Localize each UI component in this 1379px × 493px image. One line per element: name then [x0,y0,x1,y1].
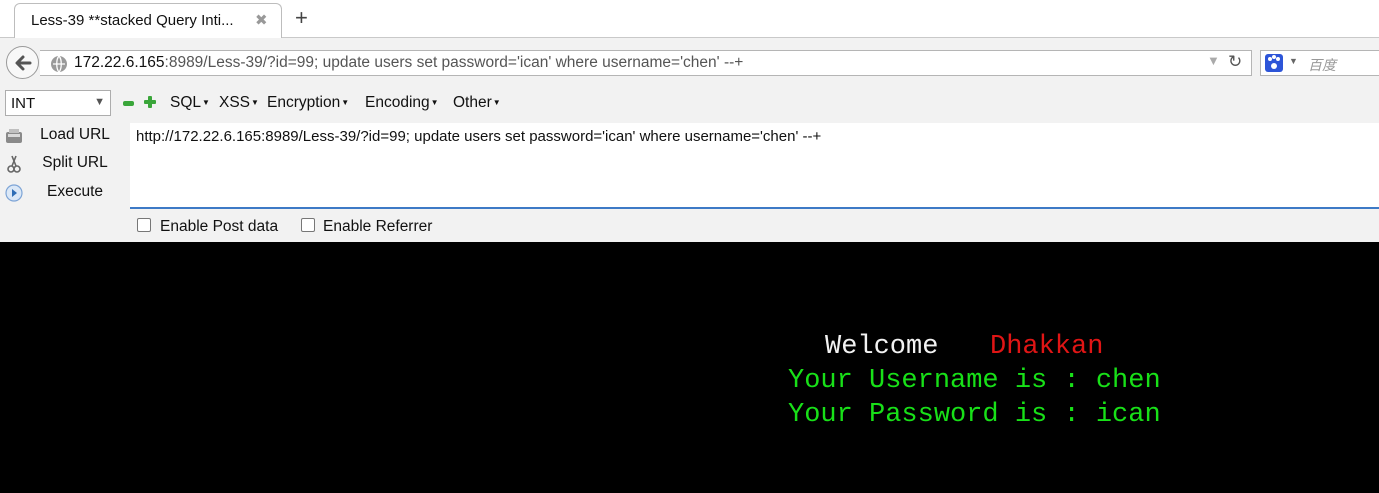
enable-post-checkbox[interactable] [137,218,151,232]
username-result: Your Username is : chen [788,366,1161,396]
new-tab-button[interactable]: + [295,6,308,30]
menu-label: Other [453,94,492,111]
url-textarea[interactable]: http://172.22.6.165:8989/Less-39/?id=99;… [130,123,1379,209]
menu-label: Encoding [365,94,430,111]
split-url-button[interactable]: Split URL [0,150,128,176]
history-dropdown-icon[interactable]: ▼ [1207,53,1220,68]
search-bar[interactable]: ▼ 百度 [1260,50,1379,76]
load-url-button[interactable]: Load URL [0,122,128,148]
enable-referrer-checkbox[interactable] [301,218,315,232]
reload-icon[interactable]: ↻ [1228,52,1242,72]
password-result: Your Password is : ican [788,400,1161,430]
baidu-paw-icon[interactable] [1265,54,1283,72]
menu-sql[interactable]: SQL▼ [170,94,210,112]
url-path: :8989/Less-39/?id=99; update users set p… [164,54,744,71]
url-text[interactable]: 172.22.6.165:8989/Less-39/?id=99; update… [74,54,743,72]
page-content: Welcome Dhakkan Your Username is : chen … [0,242,1379,493]
back-button[interactable] [6,46,39,79]
menu-encoding[interactable]: Encoding▼ [365,94,439,112]
menu-label: Encryption [267,94,341,111]
type-select-value: INT [11,95,36,112]
hackbar-panel: Load URL Split URL Execute http://172.22… [0,120,1379,242]
menu-encryption[interactable]: Encryption▼ [267,94,349,112]
tab-less-39[interactable]: Less-39 **stacked Query Inti... ✖ [14,3,282,38]
url-textarea-value: http://172.22.6.165:8989/Less-39/?id=99;… [136,128,822,145]
split-url-label: Split URL [42,154,108,171]
menu-label: XSS [219,94,251,111]
chevron-down-icon[interactable]: ▼ [1289,56,1298,66]
decrease-icon[interactable] [123,101,134,106]
back-arrow-icon [15,55,32,71]
enable-post-label[interactable]: Enable Post data [160,218,278,236]
chevron-down-icon: ▼ [94,96,105,108]
menu-label: SQL [170,94,202,111]
tab-title: Less-39 **stacked Query Inti... [31,12,234,29]
user-name-text: Dhakkan [990,332,1104,362]
load-url-label: Load URL [40,126,110,143]
welcome-text: Welcome [825,332,939,362]
type-select[interactable]: INT ▼ [5,90,111,116]
menu-xss[interactable]: XSS▼ [219,94,259,112]
tab-strip: Less-39 **stacked Query Inti... ✖ + [0,0,1379,38]
globe-icon [50,55,68,78]
execute-label: Execute [46,183,103,200]
close-icon[interactable]: ✖ [255,11,268,29]
url-host: 172.22.6.165 [74,54,165,71]
hackbar-toolbar: INT ▼ SQL▼ XSS▼ Encryption▼ Encoding▼ Ot… [0,87,1379,120]
url-bar[interactable]: 172.22.6.165:8989/Less-39/?id=99; update… [40,50,1252,76]
execute-button[interactable]: Execute [0,179,128,205]
navigation-bar: 172.22.6.165:8989/Less-39/?id=99; update… [0,38,1379,87]
menu-other[interactable]: Other▼ [453,94,501,112]
increase-icon[interactable] [144,96,156,108]
search-placeholder: 百度 [1308,57,1336,73]
enable-referrer-label[interactable]: Enable Referrer [323,218,432,236]
